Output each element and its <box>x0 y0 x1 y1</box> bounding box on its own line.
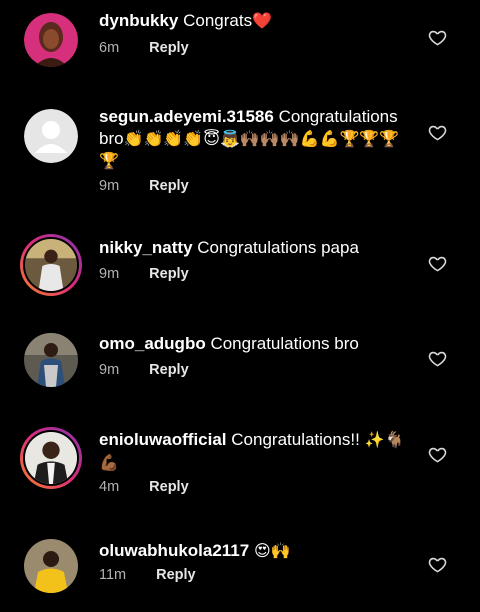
like-heart-icon[interactable] <box>428 28 447 47</box>
avatar[interactable] <box>20 234 82 296</box>
comment-meta: 9m Reply <box>99 178 189 194</box>
avatar[interactable] <box>20 427 82 489</box>
default-user-avatar-image <box>24 109 78 163</box>
man-portrait-avatar-image <box>25 239 77 291</box>
comment-timestamp: 9m <box>99 362 120 378</box>
like-heart-icon[interactable] <box>428 123 447 142</box>
comment-username[interactable]: nikky_natty <box>99 238 193 257</box>
comment-body: Congratulations bro <box>210 334 359 353</box>
comment-timestamp: 9m <box>99 266 120 282</box>
like-heart-icon[interactable] <box>428 555 447 574</box>
comment-meta: 11m Reply <box>99 567 196 583</box>
like-heart-icon[interactable] <box>428 349 447 368</box>
woman-portrait-avatar-image <box>24 13 78 67</box>
comment-text: enioluwaofficial Congratulations!! ✨🐐💪🏾 <box>99 428 417 474</box>
comment-meta: 9m Reply <box>99 362 189 378</box>
comment-username[interactable]: dynbukky <box>99 11 178 30</box>
comment-username[interactable]: enioluwaofficial <box>99 430 227 449</box>
reply-button[interactable]: Reply <box>149 266 189 282</box>
comment-timestamp: 4m <box>99 479 120 495</box>
comment-meta: 4m Reply <box>99 479 189 495</box>
like-heart-icon[interactable] <box>428 254 447 273</box>
comment-emoji: 😍🙌 <box>253 541 291 560</box>
avatar[interactable] <box>24 109 78 163</box>
reply-button[interactable]: Reply <box>149 40 189 56</box>
reply-button[interactable]: Reply <box>156 567 196 583</box>
comment-timestamp: 11m <box>99 567 127 583</box>
reply-button[interactable]: Reply <box>149 178 189 194</box>
comment-body: Congratulations!! <box>231 430 360 449</box>
comment-username[interactable]: oluwabhukola2117 <box>99 541 249 560</box>
comment-username[interactable]: omo_adugbo <box>99 334 206 353</box>
man-suit-avatar-image <box>25 432 77 484</box>
comment-body: Congratulations papa <box>197 238 359 257</box>
comment-text: dynbukky Congrats❤️ <box>99 9 417 32</box>
comment-text: nikky_natty Congratulations papa <box>99 236 417 259</box>
woman-yellow-avatar-image <box>24 539 78 593</box>
comment-emoji: 👏👏👏👏😇👼🙌🏽🙌🏽🙌🏽💪💪🏆🏆🏆🏆 <box>99 129 400 170</box>
comment-text: segun.adeyemi.31586 Congratulations bro👏… <box>99 106 417 172</box>
avatar[interactable] <box>24 13 78 67</box>
like-heart-icon[interactable] <box>428 445 447 464</box>
comment-username[interactable]: segun.adeyemi.31586 <box>99 107 274 126</box>
avatar[interactable] <box>24 539 78 593</box>
comment-timestamp: 6m <box>99 40 120 56</box>
reply-button[interactable]: Reply <box>149 362 189 378</box>
avatar[interactable] <box>24 333 78 387</box>
comment-emoji: ❤️ <box>252 11 272 30</box>
man-portrait-avatar-image <box>24 333 78 387</box>
comment-timestamp: 9m <box>99 178 120 194</box>
comment-meta: 6m Reply <box>99 40 189 56</box>
comment-meta: 9m Reply <box>99 266 189 282</box>
comment-text: omo_adugbo Congratulations bro <box>99 332 417 355</box>
comment-body: Congrats <box>183 11 253 30</box>
reply-button[interactable]: Reply <box>149 479 189 495</box>
comment-text: oluwabhukola2117 😍🙌 <box>99 539 417 562</box>
